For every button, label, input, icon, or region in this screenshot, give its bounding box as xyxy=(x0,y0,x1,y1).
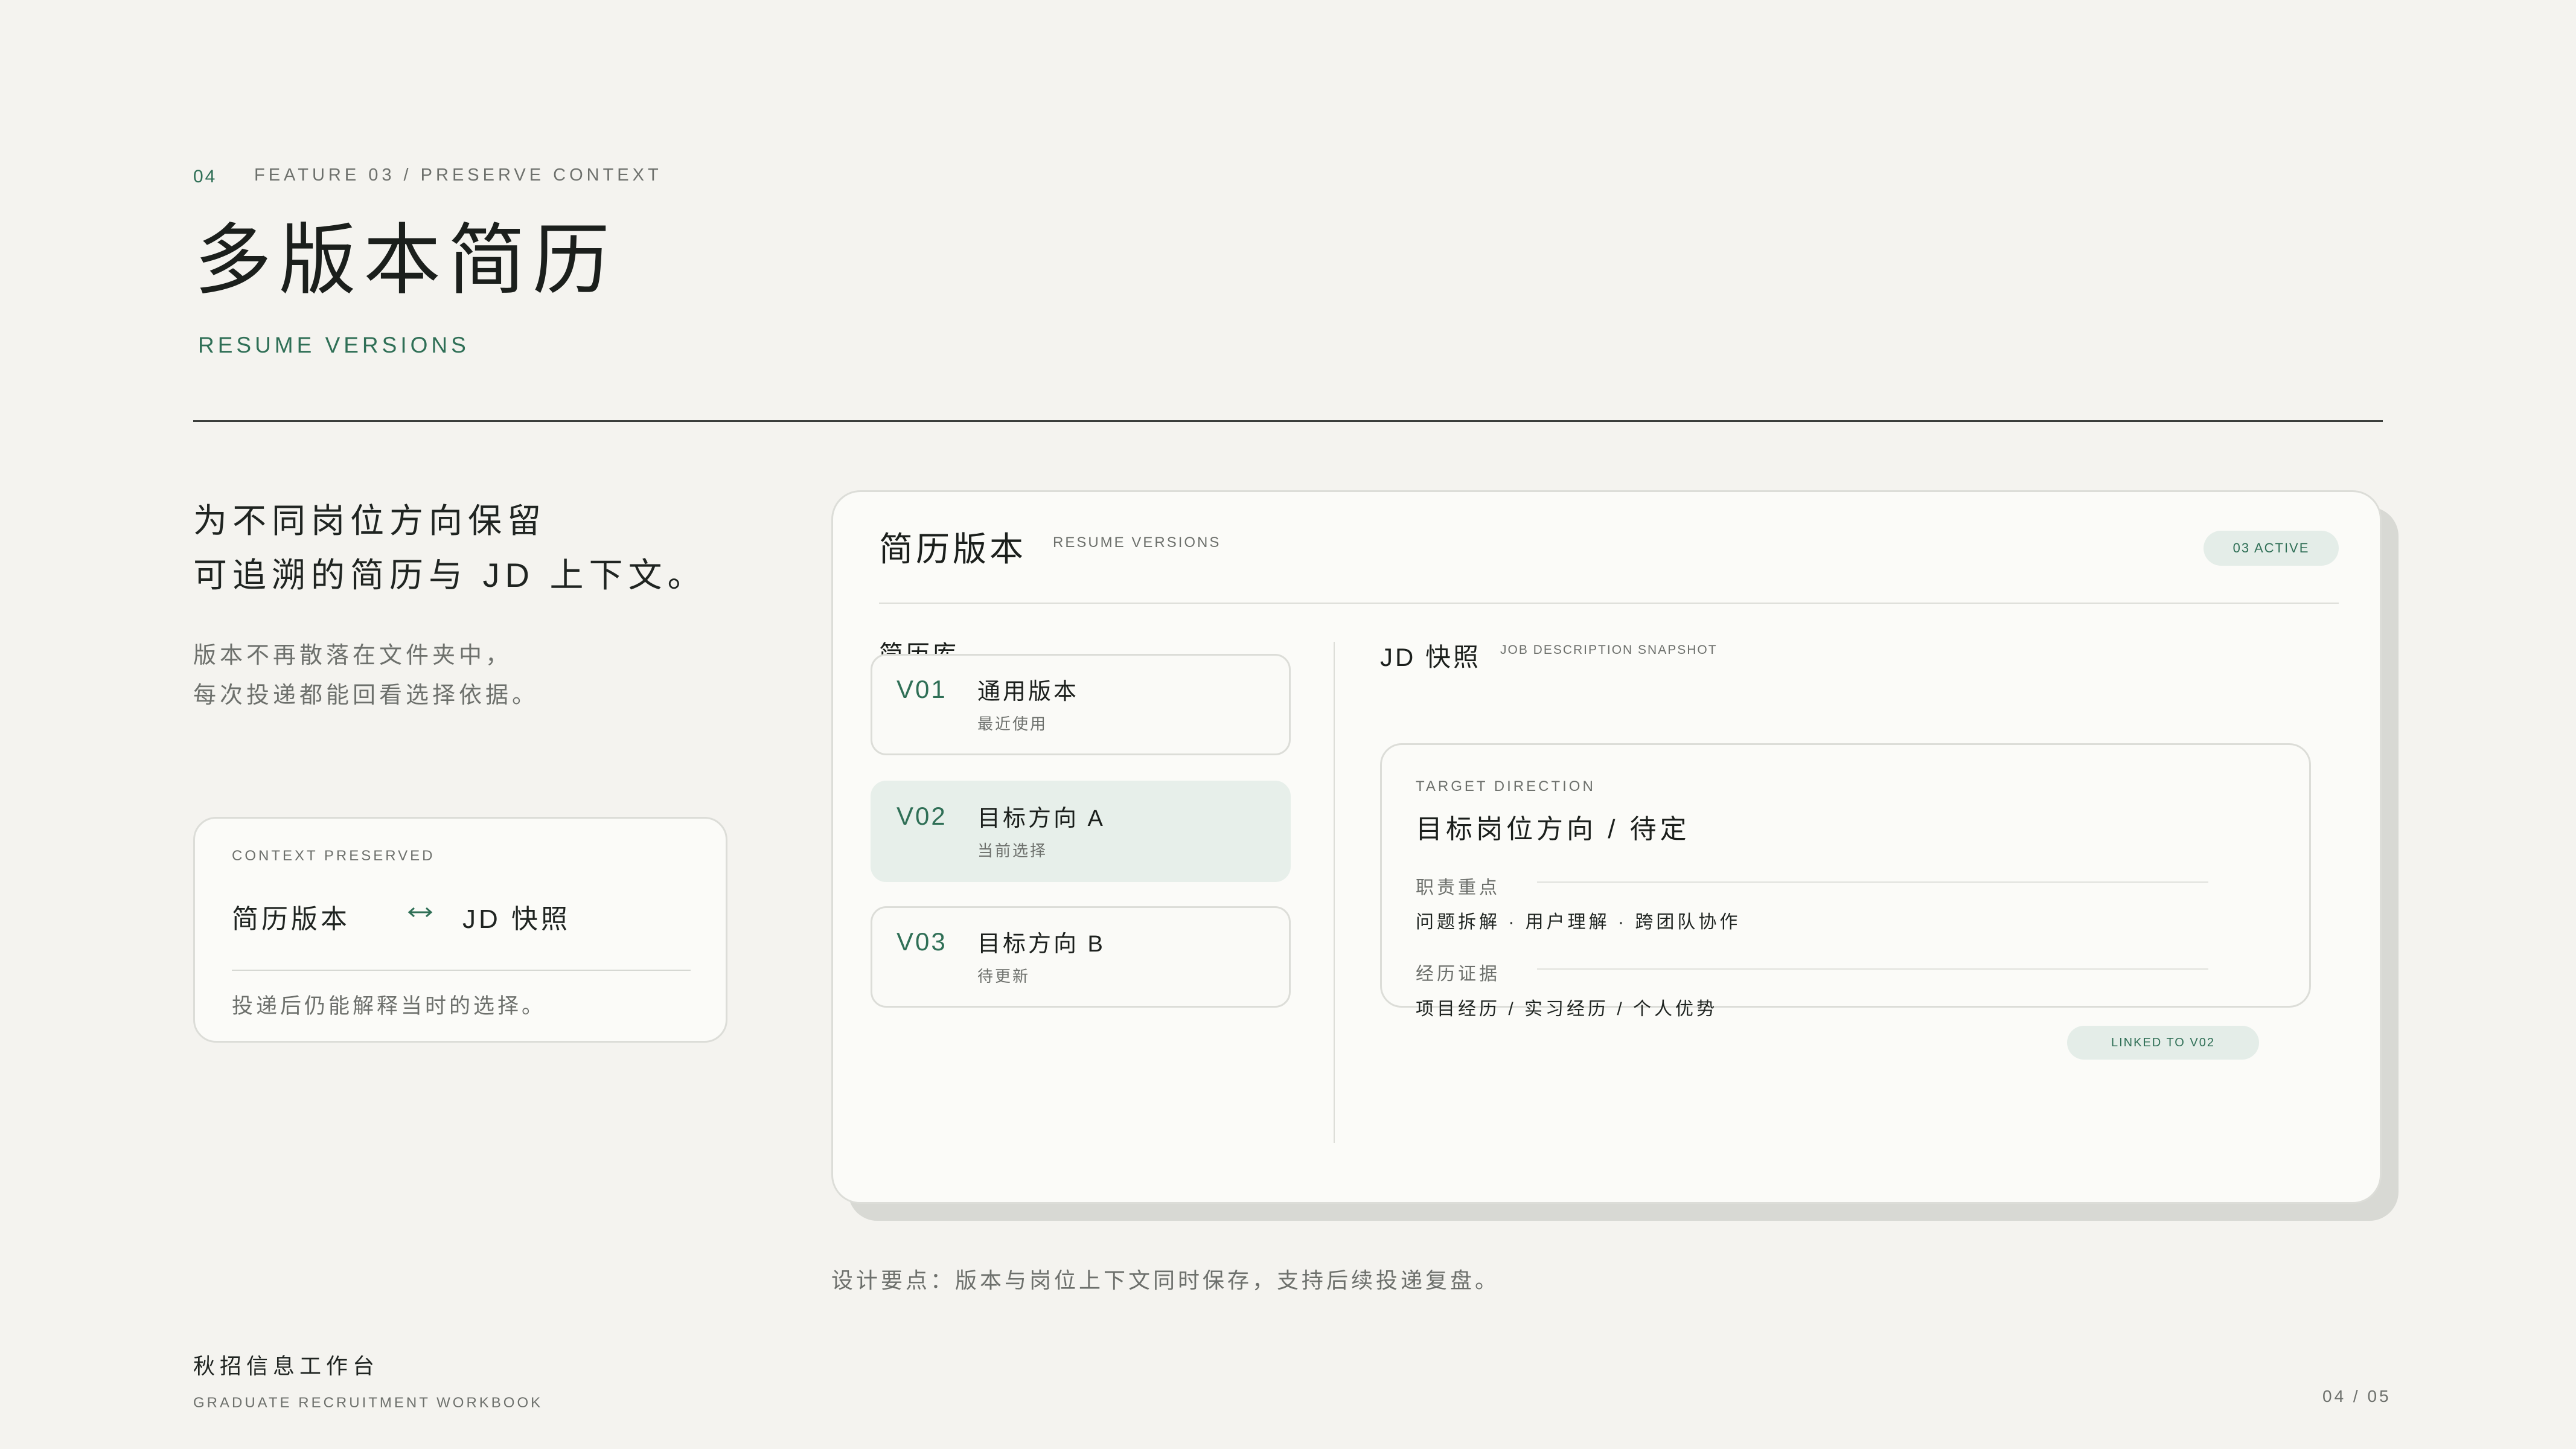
evidence-divider xyxy=(1537,968,2208,970)
context-preserved-card: CONTEXT PRESERVED 简历版本 JD 快照 投递后仍能解释当时的选… xyxy=(193,817,727,1043)
panel-subtitle: RESUME VERSIONS xyxy=(1053,534,1221,551)
context-card-note: 投递后仍能解释当时的选择。 xyxy=(232,994,546,1018)
version-code: V03 xyxy=(896,927,947,956)
panel-title: 简历版本 xyxy=(879,530,1026,568)
version-state: 待更新 xyxy=(977,967,1031,985)
version-name: 通用版本 xyxy=(977,679,1079,705)
context-jd-snapshot: JD 快照 xyxy=(462,904,570,934)
slide-number: 04 xyxy=(193,167,217,187)
description-line: 每次投递都能回看选择依据。 xyxy=(193,683,539,708)
evidence-value: 项目经历 / 实习经历 / 个人优势 xyxy=(1416,999,1718,1019)
description-text: 版本不再散落在文件夹中， 每次投递都能回看选择依据。 xyxy=(193,636,539,715)
version-name: 目标方向 A xyxy=(977,806,1105,831)
library-label: 简历库 xyxy=(879,641,959,655)
lead-line: 可追溯的简历与 JD 上下文。 xyxy=(193,556,707,594)
jd-snapshot-subtitle: JOB DESCRIPTION SNAPSHOT xyxy=(1500,643,1718,657)
target-direction-label: TARGET DIRECTION xyxy=(1416,778,1596,795)
context-resume-version: 简历版本 xyxy=(232,904,350,934)
target-direction-value: 目标岗位方向 / 待定 xyxy=(1416,814,1690,844)
duty-label: 职责重点 xyxy=(1416,878,1500,898)
version-state: 最近使用 xyxy=(977,715,1048,733)
version-name: 目标方向 B xyxy=(977,932,1105,957)
panel-divider xyxy=(879,603,2339,604)
description-line: 版本不再散落在文件夹中， xyxy=(193,643,513,668)
version-card-v03[interactable]: V03 目标方向 B 待更新 xyxy=(871,906,1291,1008)
version-code: V01 xyxy=(896,675,947,703)
lead-line: 为不同岗位方向保留 xyxy=(193,502,546,540)
page-title: 多版本简历 xyxy=(194,217,618,304)
version-code: V02 xyxy=(896,802,947,830)
column-divider xyxy=(1334,642,1335,1143)
context-card-label: CONTEXT PRESERVED xyxy=(232,848,435,864)
context-card-divider xyxy=(232,970,691,971)
header-divider xyxy=(193,420,2383,422)
version-state: 当前选择 xyxy=(977,842,1048,860)
jd-snapshot-title: JD 快照 xyxy=(1380,643,1481,671)
page-indicator: 04 / 05 xyxy=(2322,1387,2391,1406)
duty-divider xyxy=(1537,881,2208,883)
version-card-v01[interactable]: V01 通用版本 最近使用 xyxy=(871,654,1291,755)
lead-text: 为不同岗位方向保留 可追溯的简历与 JD 上下文。 xyxy=(193,494,707,603)
footer-title: 秋招信息工作台 xyxy=(193,1354,380,1378)
active-count-badge: 03 ACTIVE xyxy=(2204,531,2339,566)
version-card-v02[interactable]: V02 目标方向 A 当前选择 xyxy=(871,781,1291,882)
page-subtitle: RESUME VERSIONS xyxy=(198,333,470,357)
design-note: 设计要点：版本与岗位上下文同时保存，支持后续投递复盘。 xyxy=(831,1268,1500,1293)
duty-value: 问题拆解 · 用户理解 · 跨团队协作 xyxy=(1416,912,1741,932)
resume-versions-panel: 简历版本 RESUME VERSIONS 03 ACTIVE 简历库 V01 通… xyxy=(831,490,2382,1204)
linked-version-badge: LINKED TO V02 xyxy=(2067,1026,2259,1060)
bidirectional-arrow-icon xyxy=(406,898,434,927)
feature-label: FEATURE 03 / PRESERVE CONTEXT xyxy=(254,165,662,185)
evidence-label: 经历证据 xyxy=(1416,964,1500,984)
footer-subtitle: GRADUATE RECRUITMENT WORKBOOK xyxy=(193,1395,543,1411)
